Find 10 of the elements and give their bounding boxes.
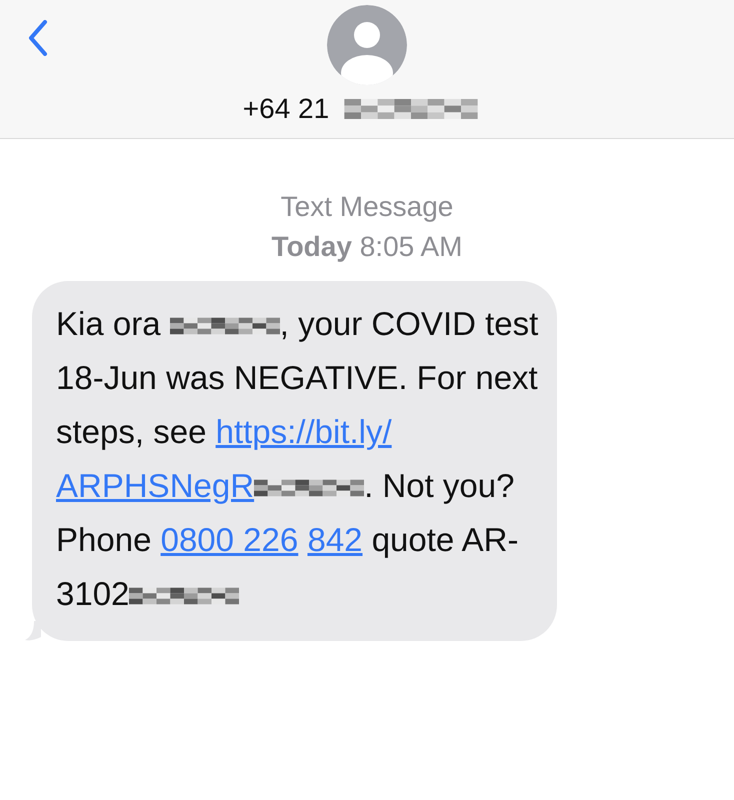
message-text: Kia ora , your COVID test 18-Jun was NEGATIVE. For next steps, see https://bit.ly/ ARPHSNegR . Not you? Phone 0800 226 842 quote AR-3102 bbox=[56, 304, 539, 614]
contact-number[interactable]: +64 21 bbox=[242, 93, 330, 125]
avatar-icon[interactable] bbox=[327, 5, 407, 85]
back-icon[interactable] bbox=[28, 20, 48, 56]
timestamp: Today 8:05 AM bbox=[270, 230, 464, 264]
link[interactable]: 842 bbox=[307, 521, 363, 558]
link[interactable]: https://bit.ly/ bbox=[216, 413, 392, 450]
link[interactable]: ARPHSNegR bbox=[56, 467, 254, 504]
message-type-label: Text Message bbox=[280, 190, 454, 224]
link[interactable]: 0800 226 bbox=[160, 521, 298, 558]
